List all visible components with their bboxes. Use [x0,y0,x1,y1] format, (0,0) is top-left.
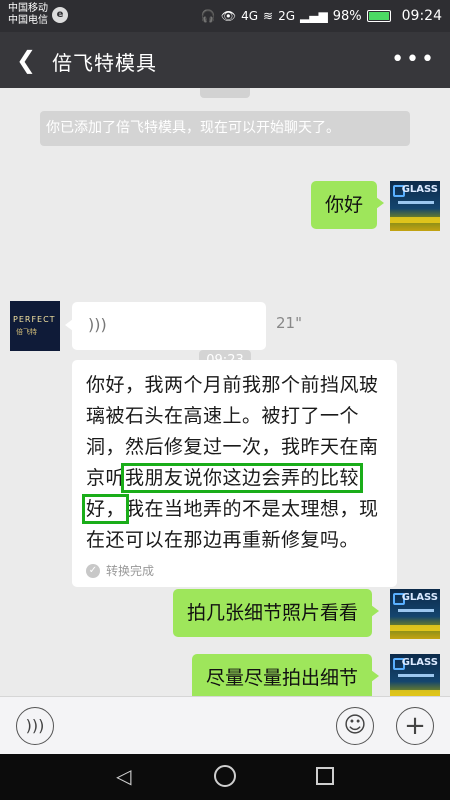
nav-recent-apps-icon[interactable] [316,767,334,785]
transcript-part: 我在当地弄的不是太理想，现在还可以在那边再重新修复吗。 [86,498,379,551]
check-icon: ✓ [86,563,100,578]
status-icons: 🎧 👁 4G ≋ 2G ▂▄▆ 98% 09:24 [201,7,442,25]
avatar-decoration [390,625,440,631]
more-options-icon[interactable]: ••• [391,46,436,74]
message-bubble-self[interactable]: 拍几张细节照片看看 [173,589,380,637]
avatar-decoration [398,609,434,612]
avatar-decoration [398,201,434,204]
voice-message-bubble[interactable]: ))) [65,302,266,350]
headphones-icon: 🎧 [200,9,216,23]
emoji-icon[interactable]: ☺ [336,707,374,745]
avatar-decoration [390,217,440,223]
nav-home-icon[interactable] [214,765,236,787]
input-bar: ))) ☺ + [0,696,450,754]
transcript-status-label: 转换完成 [106,564,155,578]
previous-message-stub [200,88,250,98]
avatar-label: GLASS [401,657,438,668]
status-clock: 09:24 [401,8,442,24]
avatar-label: GLASS [401,184,438,195]
carrier-1: 中国移动 [8,3,48,14]
system-message: 你已添加了倍飞特模具，现在可以开始聊天了。 [40,111,410,146]
network-type-1: 4G [241,9,259,23]
carrier-logo-icon: e [52,7,68,23]
transcript-text: 你好，我两个月前我那个前挡风玻璃被石头在高速上。被打了一个洞，然后修复过一次，我… [81,370,385,556]
status-bar: 中国移动 中国电信 e 🎧 👁 4G ≋ 2G ▂▄▆ 98% 09:24 [0,0,450,32]
voice-transcript[interactable]: 你好，我两个月前我那个前挡风玻璃被石头在高速上。被打了一个洞，然后修复过一次，我… [72,360,397,587]
chat-area[interactable]: 你已添加了倍飞特模具，现在可以开始聊天了。 你好 GLASS 09:23 PER… [0,88,450,696]
signal-icon: ▂▄▆ [300,9,328,23]
plus-icon[interactable]: + [396,707,434,745]
battery-percent: 98% [332,8,362,24]
avatar-label: GLASS [401,592,438,603]
contact-avatar[interactable]: PERFECT 倍飞特 [10,301,60,351]
self-avatar[interactable]: GLASS [390,589,440,639]
message-bubble-self[interactable]: 你好 [311,181,385,229]
chat-header: ❮ 倍飞特模具 ••• [0,32,450,88]
back-chevron-icon[interactable]: ❮ [12,46,40,74]
avatar-label: PERFECT [13,315,56,324]
voice-wave-icon: ))) [88,315,107,334]
voice-input-icon[interactable]: ))) [16,707,54,745]
network-type-2: 2G [278,9,296,23]
carrier-2: 中国电信 [8,15,48,26]
battery-icon [366,10,391,22]
system-nav-bar: ◁ [0,754,450,800]
carrier-names: 中国移动 中国电信 [8,3,48,27]
nav-back-icon[interactable]: ◁ [116,764,131,788]
eye-icon: 👁 [220,9,237,23]
message-bubble-self[interactable]: 尽量尽量拍出细节 [192,654,380,696]
self-avatar[interactable]: GLASS [390,654,440,696]
avatar-decoration [398,674,434,677]
wifi-icon: ≋ [263,9,274,23]
voice-duration: 21" [276,314,302,332]
avatar-label: 倍飞特 [16,328,37,336]
transcript-status: ✓ 转换完成 [86,562,385,579]
page-title: 倍飞特模具 [52,51,157,75]
self-avatar[interactable]: GLASS [390,181,440,231]
